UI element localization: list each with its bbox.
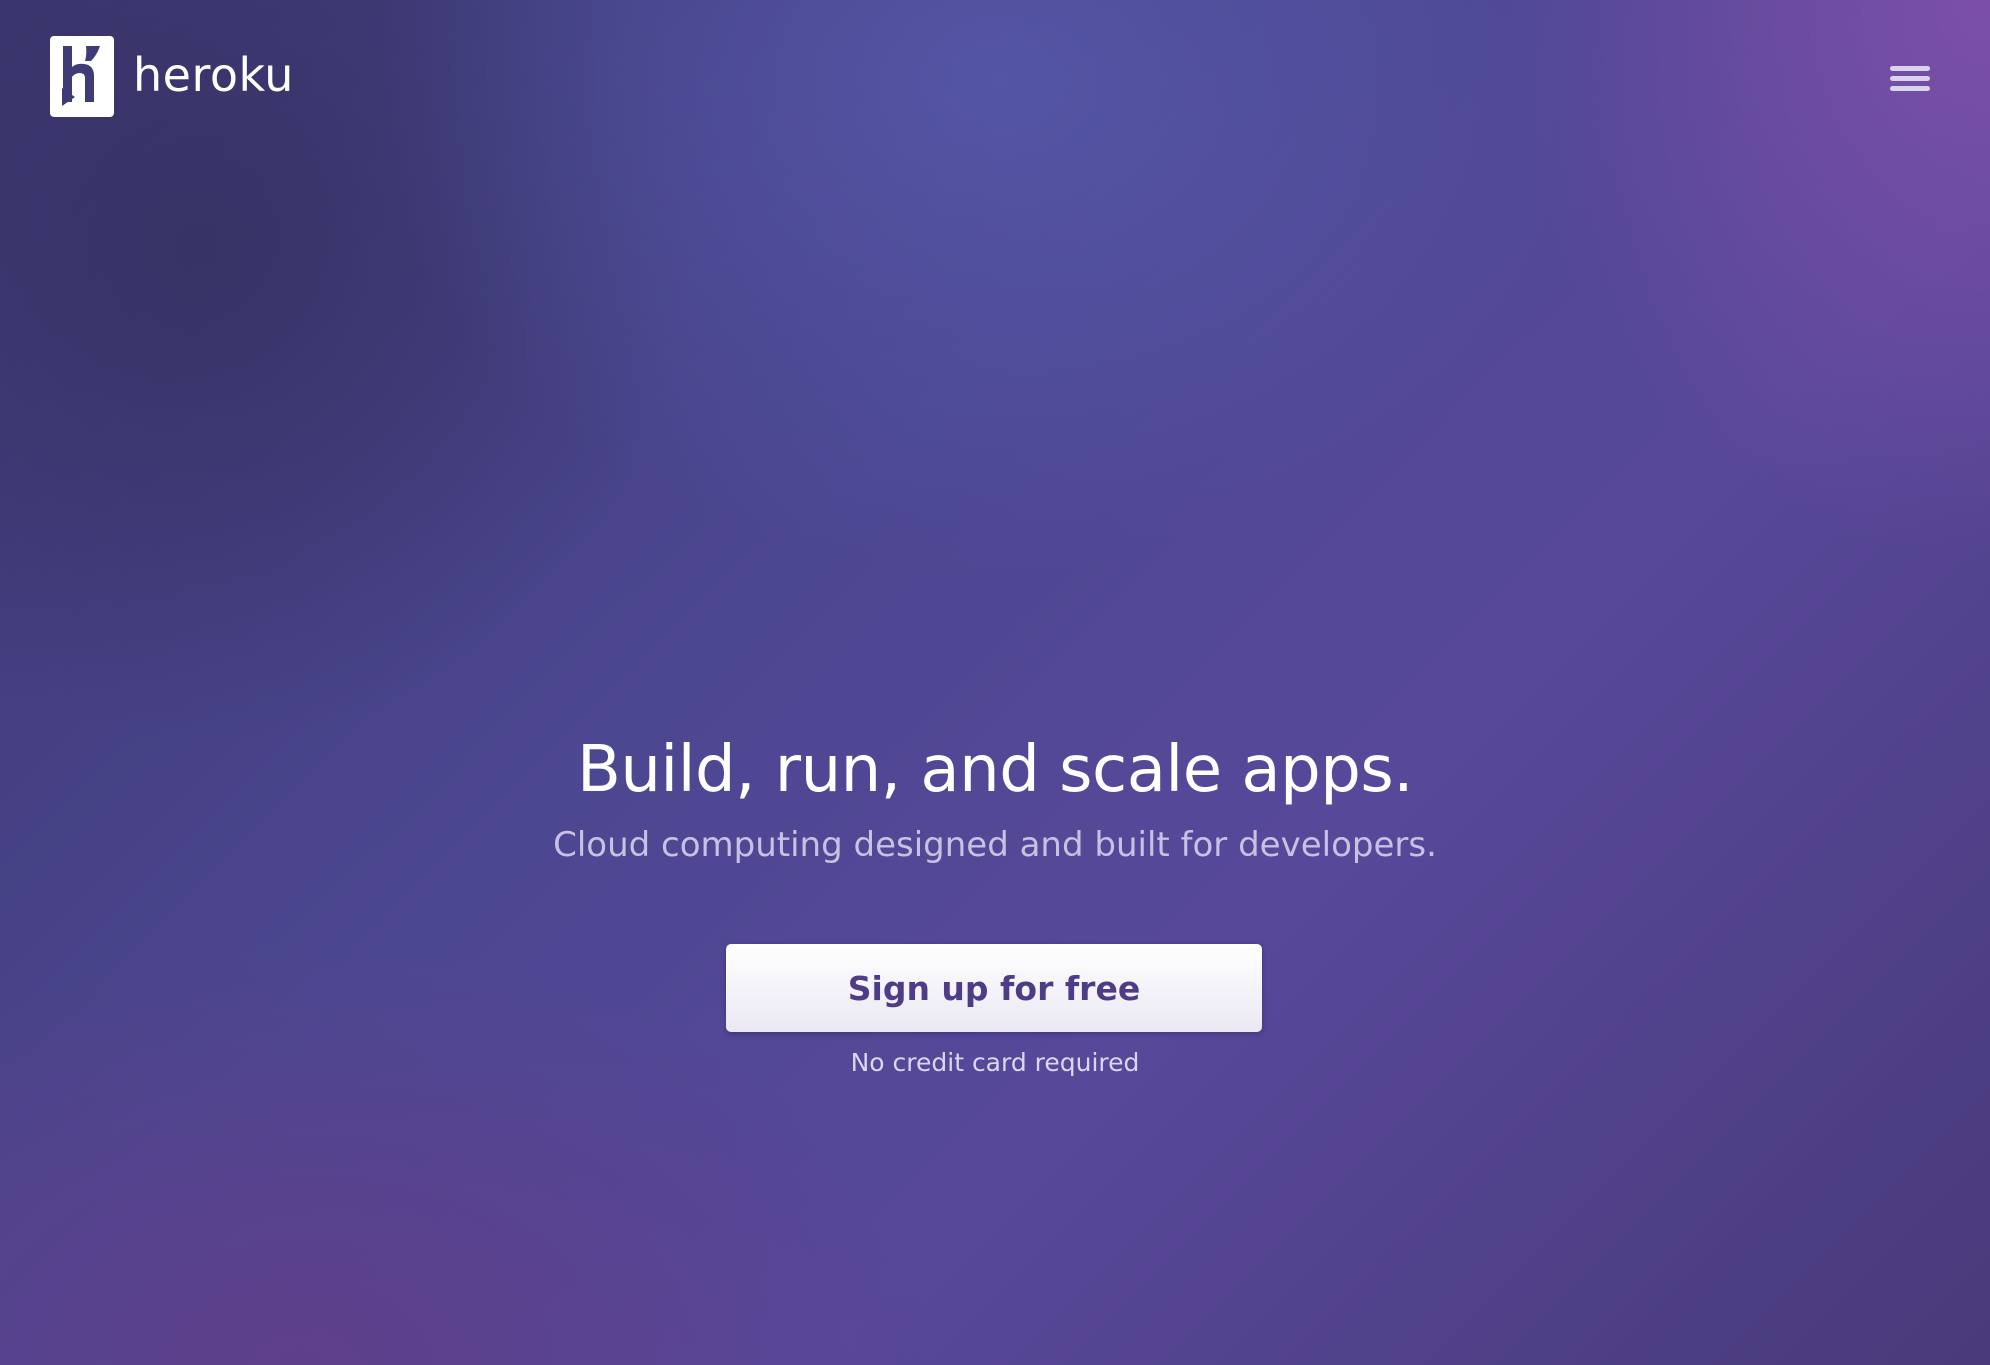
heroku-logo-link[interactable]: heroku xyxy=(50,36,294,117)
heroku-h-logo-icon xyxy=(50,36,114,117)
site-header: heroku xyxy=(0,0,1990,155)
sign-up-button[interactable]: Sign up for free xyxy=(726,944,1262,1032)
hamburger-menu-icon-line xyxy=(1890,75,1930,81)
hero-subtitle: Cloud computing designed and built for d… xyxy=(553,825,1437,865)
no-credit-card-note: No credit card required xyxy=(850,1048,1140,1077)
logo-wordmark: heroku xyxy=(133,47,294,102)
hamburger-menu-icon-line xyxy=(1890,85,1930,91)
hero-title: Build, run, and scale apps. xyxy=(576,733,1414,807)
hamburger-menu-icon xyxy=(1890,65,1930,71)
hamburger-menu-button[interactable] xyxy=(1890,58,1934,98)
